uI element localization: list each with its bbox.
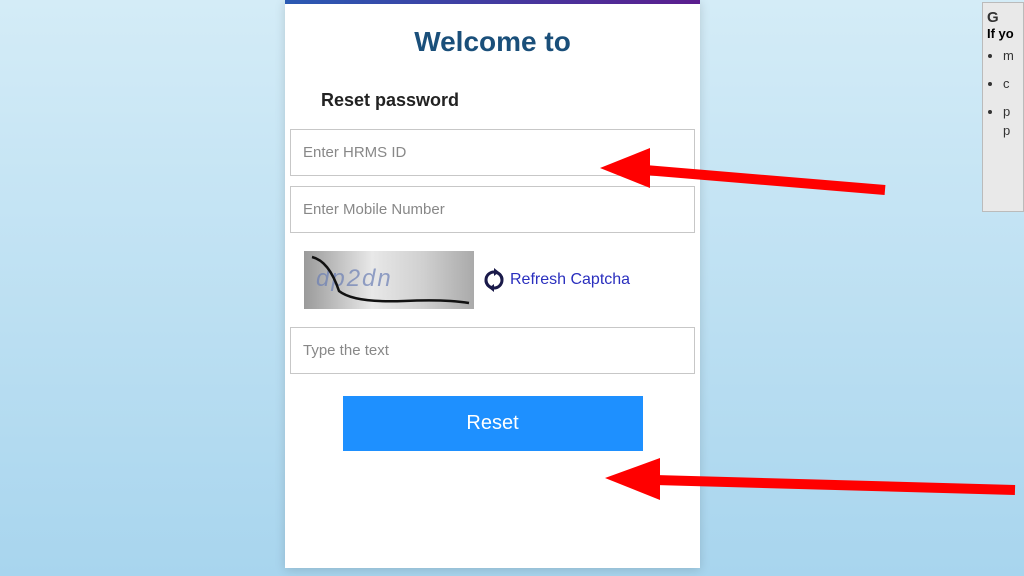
- refresh-captcha-link[interactable]: Refresh Captcha: [482, 268, 630, 292]
- hrms-id-input[interactable]: [291, 130, 694, 175]
- welcome-title: Welcome to: [285, 26, 700, 58]
- reset-button[interactable]: Reset: [343, 396, 643, 451]
- side-heading: G: [987, 9, 1019, 26]
- refresh-icon: [482, 268, 506, 292]
- form-subtitle: Reset password: [321, 90, 700, 111]
- side-item: c: [1003, 75, 1019, 93]
- captcha-noise-line: [304, 251, 474, 309]
- captcha-input-field: [290, 327, 695, 374]
- mobile-number-input[interactable]: [291, 187, 694, 232]
- refresh-captcha-label: Refresh Captcha: [510, 271, 630, 289]
- side-item: p p: [1003, 103, 1019, 139]
- mobile-number-field: [290, 186, 695, 233]
- side-help-panel: G If yo m c p p: [982, 2, 1024, 212]
- side-item: m: [1003, 47, 1019, 65]
- captcha-image: dp2dn: [304, 251, 474, 309]
- hrms-id-field: [290, 129, 695, 176]
- reset-password-card: Welcome to Reset password dp2dn Refresh …: [285, 0, 700, 568]
- captcha-input[interactable]: [291, 328, 694, 373]
- captcha-row: dp2dn Refresh Captcha: [290, 243, 695, 317]
- side-list: m c p p: [1003, 47, 1019, 140]
- side-subheading: If yo: [987, 26, 1019, 41]
- card-top-accent: [285, 0, 700, 4]
